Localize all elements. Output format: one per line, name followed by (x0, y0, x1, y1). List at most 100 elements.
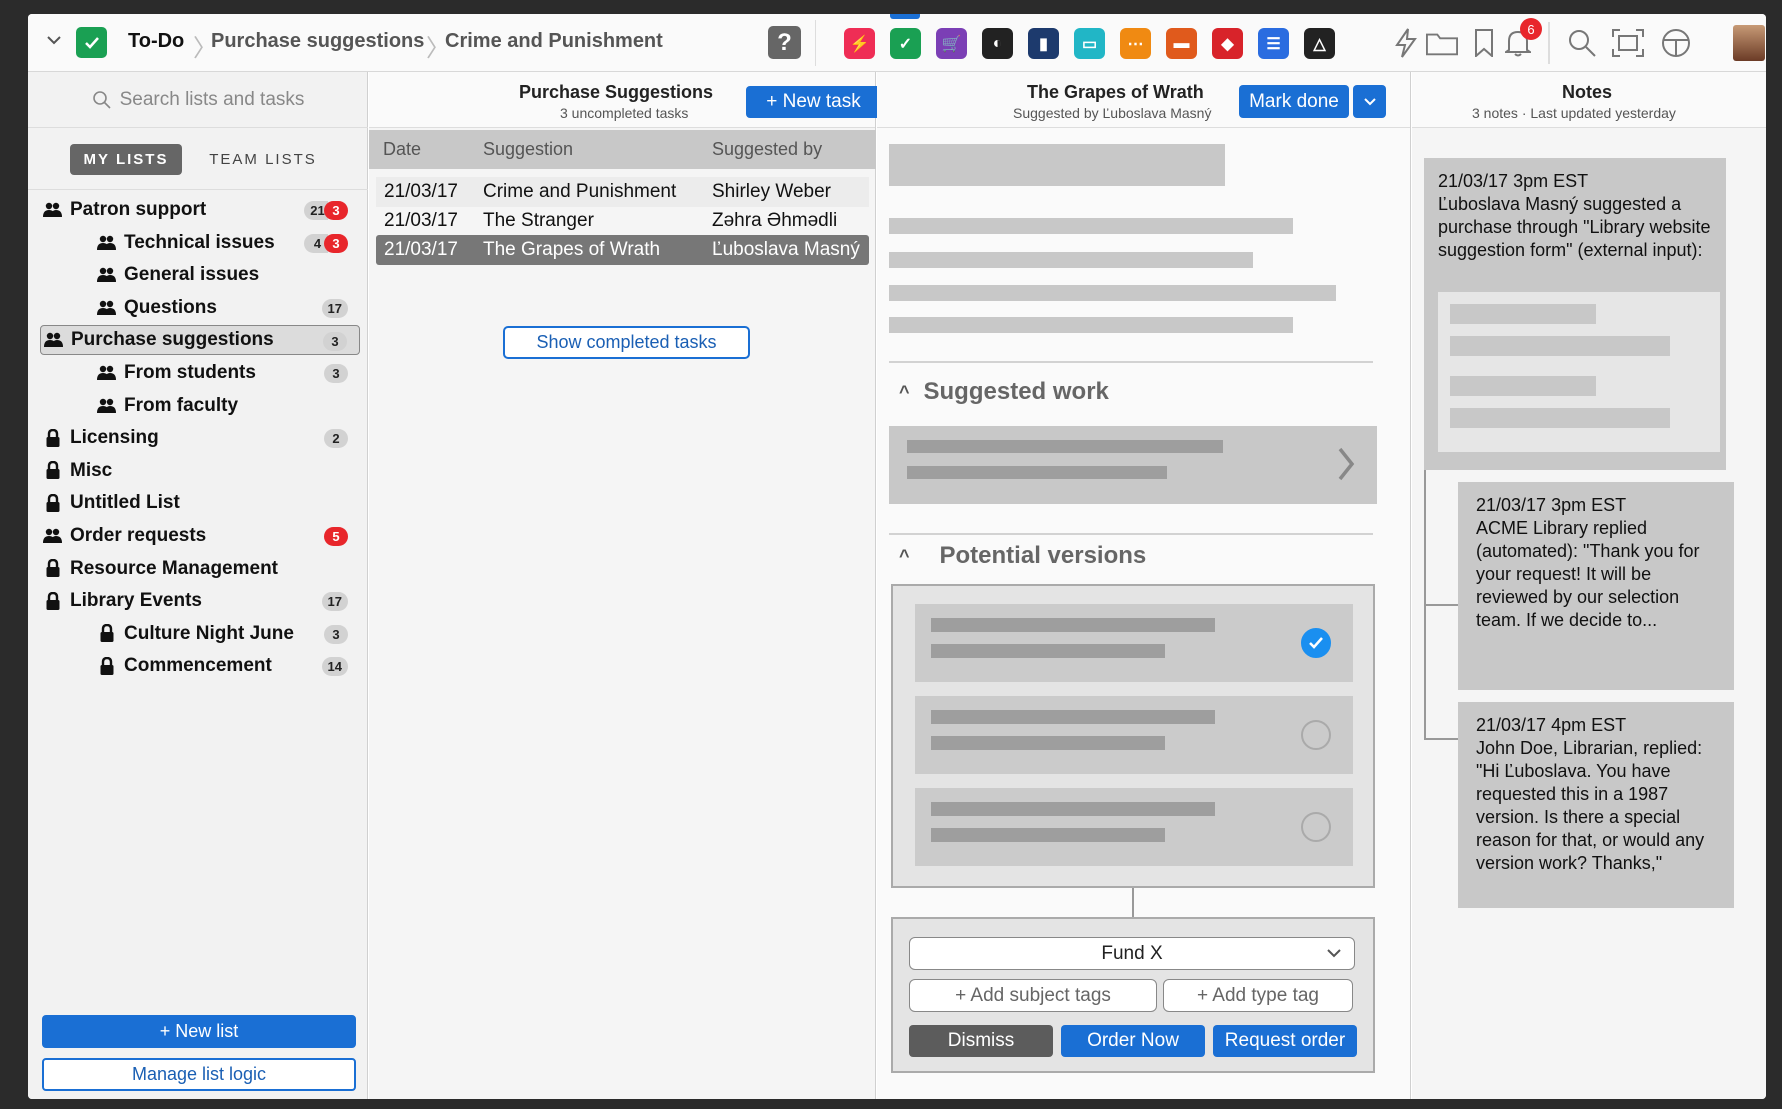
lock-icon (42, 461, 64, 481)
placeholder-line (931, 828, 1165, 842)
sidebar-item[interactable]: From students 3 (40, 358, 360, 388)
version-option[interactable] (915, 604, 1353, 682)
moon-app-icon[interactable]: ◐ (982, 28, 1013, 59)
share-app-icon[interactable]: ⋯ (1120, 28, 1151, 59)
potential-versions-heading[interactable]: ^ Potential versions (899, 542, 1146, 570)
tab-my-lists[interactable]: MY LISTS (70, 144, 182, 175)
bookmark-icon[interactable] (1468, 27, 1500, 59)
team-icon (96, 265, 118, 285)
sidebar-item-label: From faculty (124, 394, 239, 416)
dice-app-icon[interactable]: ◆ (1212, 28, 1243, 59)
note-card[interactable]: 21/03/17 3pm EST Ľuboslava Masný suggest… (1424, 158, 1726, 470)
count-badges: 21 3 (304, 201, 348, 220)
sidebar-item[interactable]: General issues (40, 260, 360, 290)
sidebar-item-label: Resource Management (70, 557, 279, 579)
chevron-down-icon[interactable] (46, 32, 62, 48)
database-app-icon[interactable]: ☰ (1258, 28, 1289, 59)
breadcrumb-root[interactable]: To-Do (128, 30, 184, 53)
lock-icon (96, 656, 118, 676)
radio-selected[interactable] (1301, 628, 1331, 658)
team-icon (96, 363, 118, 383)
sidebar-item[interactable]: Misc (40, 456, 360, 486)
cart-app-icon[interactable]: 🛒 (936, 28, 967, 59)
sidebar-item[interactable]: Culture Night June 3 (40, 619, 360, 649)
radio-unselected[interactable] (1301, 720, 1331, 750)
cell-suggestion: Crime and Punishment (483, 181, 677, 202)
notes-panel: Notes 3 notes · Last updated yesterday 2… (1412, 72, 1766, 1099)
search-box[interactable]: Search lists and tasks (28, 72, 368, 128)
lightning-icon[interactable] (1390, 27, 1422, 59)
sidebar-item[interactable]: Untitled List (40, 488, 360, 518)
search-icon[interactable] (1566, 27, 1598, 59)
archive-app-icon[interactable]: ▬ (1166, 28, 1197, 59)
tab-team-lists[interactable]: TEAM LISTS (198, 144, 328, 175)
door-app-icon[interactable]: ▮ (1028, 28, 1059, 59)
new-list-button[interactable]: + New list (42, 1015, 356, 1048)
table-row[interactable]: 21/03/17 The Grapes of Wrath Ľuboslava Mas… (376, 235, 869, 265)
folder-icon[interactable] (1426, 27, 1458, 59)
team-icon (42, 200, 64, 220)
task-detail-panel: The Grapes of Wrath Suggested by Ľubosla… (877, 72, 1411, 1099)
sidebar-item[interactable]: Order requests 5 (40, 521, 360, 551)
sidebar-item[interactable]: Commencement 14 (40, 651, 360, 681)
sidebar-item[interactable]: Licensing 2 (40, 423, 360, 453)
count-badges: 17 (321, 298, 348, 318)
note-text: Ľuboslava Masný suggested a purchase thr… (1438, 194, 1711, 260)
todo-app-icon[interactable]: ✓ (890, 28, 921, 59)
add-subject-tags-button[interactable]: + Add subject tags (909, 979, 1157, 1012)
table-row[interactable]: 21/03/17 The Stranger Zəhra Əhmədli (376, 206, 869, 236)
suggested-work-heading[interactable]: ^ Suggested work (899, 378, 1109, 406)
version-option[interactable] (915, 788, 1353, 866)
help-button[interactable]: ? (768, 26, 801, 59)
column-header-suggested-by[interactable]: Suggested by (712, 139, 822, 160)
external-input-preview (1438, 292, 1720, 452)
fullscreen-icon[interactable] (1612, 27, 1644, 59)
sidebar-item[interactable]: Library Events 17 (40, 586, 360, 616)
column-header-suggestion[interactable]: Suggestion (483, 139, 573, 160)
new-task-button[interactable]: + New task (746, 86, 881, 118)
chevron-up-icon: ^ (899, 381, 910, 402)
mark-done-button[interactable]: Mark done (1239, 85, 1349, 118)
task-list-title: Purchase Suggestions (519, 82, 714, 102)
request-order-button[interactable]: Request order (1213, 1025, 1357, 1057)
task-list-header: Purchase Suggestions 3 uncompleted tasks… (369, 72, 881, 128)
sidebar-item[interactable]: Technical issues 4 3 (40, 228, 360, 258)
cell-suggestion: The Grapes of Wrath (483, 239, 661, 260)
order-now-button[interactable]: Order Now (1061, 1025, 1205, 1057)
suggested-work-card[interactable] (889, 426, 1377, 504)
lock-icon (42, 559, 64, 579)
version-option[interactable] (915, 696, 1353, 774)
count-badges: 14 (321, 657, 348, 677)
count-badge: 17 (321, 592, 348, 612)
bolt-app-icon[interactable]: ⚡ (844, 28, 875, 59)
layout-icon[interactable] (1660, 27, 1692, 59)
sidebar-item-label: Patron support (70, 199, 207, 220)
mark-done-options-button[interactable] (1353, 85, 1386, 118)
note-card[interactable]: 21/03/17 4pm EST John Doe, Librarian, re… (1458, 702, 1734, 908)
sidebar-item[interactable]: Resource Management (40, 554, 360, 584)
todo-app-check-icon[interactable] (76, 27, 107, 58)
cell-date: 21/03/17 (384, 239, 458, 260)
avatar[interactable] (1733, 25, 1765, 61)
placeholder-line (1450, 408, 1670, 428)
chat-app-icon[interactable]: ▭ (1074, 28, 1105, 59)
show-completed-tasks-button[interactable]: Show completed tasks (503, 326, 750, 359)
drive-app-icon[interactable]: △ (1304, 28, 1335, 59)
breadcrumb-task[interactable]: Crime and Punishment (445, 30, 663, 53)
fund-select[interactable]: Fund X (909, 937, 1355, 970)
column-header-date[interactable]: Date (383, 139, 421, 160)
manage-list-logic-button[interactable]: Manage list logic (42, 1058, 356, 1091)
table-row[interactable]: 21/03/17 Crime and Punishment Shirley Webe… (376, 177, 869, 207)
task-table-header: Date Suggestion Suggested by (369, 130, 876, 169)
sidebar-item[interactable]: Purchase suggestions 3 (40, 325, 360, 356)
breadcrumb-list[interactable]: Purchase suggestions (211, 30, 424, 53)
cell-suggestion: The Stranger (483, 210, 594, 231)
radio-unselected[interactable] (1301, 812, 1331, 842)
add-type-tag-button[interactable]: + Add type tag (1163, 979, 1353, 1012)
note-card[interactable]: 21/03/17 3pm EST ACME Library replied (a… (1458, 482, 1734, 690)
dismiss-button[interactable]: Dismiss (909, 1025, 1053, 1057)
lock-icon (42, 591, 64, 611)
sidebar-item[interactable]: Patron support 21 3 (40, 195, 360, 225)
sidebar-item[interactable]: Questions 17 (40, 293, 360, 323)
sidebar-item[interactable]: From faculty (40, 391, 360, 421)
